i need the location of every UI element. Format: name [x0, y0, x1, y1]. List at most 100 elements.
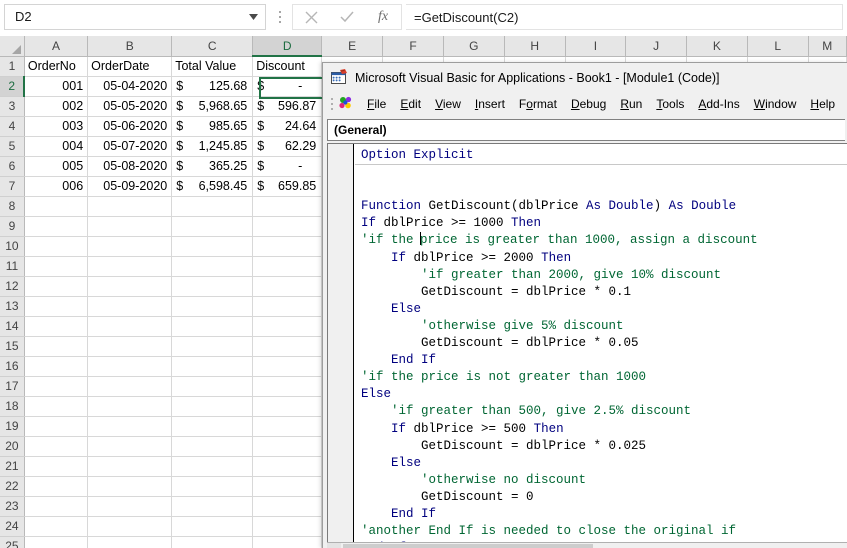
cell-B23[interactable] — [88, 496, 172, 516]
cell-B3[interactable]: 05-05-2020 — [88, 96, 172, 116]
cell-D4[interactable]: $24.64 — [253, 116, 322, 136]
column-header-d[interactable]: D — [253, 36, 322, 56]
cell-C24[interactable] — [172, 516, 253, 536]
row-header-21[interactable]: 21 — [0, 456, 24, 476]
row-header-4[interactable]: 4 — [0, 116, 24, 136]
cell-B21[interactable] — [88, 456, 172, 476]
row-header-18[interactable]: 18 — [0, 396, 24, 416]
cell-C12[interactable] — [172, 276, 253, 296]
check-icon[interactable] — [329, 5, 365, 29]
cell-A5[interactable]: 004 — [24, 136, 87, 156]
cell-C14[interactable] — [172, 316, 253, 336]
column-header-l[interactable]: L — [747, 36, 808, 56]
cell-A3[interactable]: 002 — [24, 96, 87, 116]
cell-B16[interactable] — [88, 356, 172, 376]
cell-C1[interactable]: Total Value — [172, 56, 253, 76]
row-header-15[interactable]: 15 — [0, 336, 24, 356]
cell-C4[interactable]: $985.65 — [172, 116, 253, 136]
code-pane[interactable]: Option Explicit Function GetDiscount(dbl… — [327, 143, 847, 543]
cell-D25[interactable] — [253, 536, 322, 548]
cell-A7[interactable]: 006 — [24, 176, 87, 196]
cell-D16[interactable] — [253, 356, 322, 376]
column-header-g[interactable]: G — [443, 36, 504, 56]
column-header-e[interactable]: E — [322, 36, 383, 56]
code-text[interactable]: Option Explicit Function GetDiscount(dbl… — [355, 144, 847, 543]
row-header-25[interactable]: 25 — [0, 536, 24, 548]
cell-A1[interactable]: OrderNo — [24, 56, 87, 76]
cell-A11[interactable] — [24, 256, 87, 276]
cell-B18[interactable] — [88, 396, 172, 416]
cell-D9[interactable] — [253, 216, 322, 236]
chevron-down-icon[interactable] — [245, 5, 261, 29]
vba-title-bar[interactable]: Microsoft Visual Basic for Applications … — [323, 63, 847, 93]
cell-B25[interactable] — [88, 536, 172, 548]
cell-D15[interactable] — [253, 336, 322, 356]
cell-B17[interactable] — [88, 376, 172, 396]
cell-B6[interactable]: 05-08-2020 — [88, 156, 172, 176]
cell-A15[interactable] — [24, 336, 87, 356]
vba-menu-window[interactable]: Window — [747, 95, 804, 113]
cell-A21[interactable] — [24, 456, 87, 476]
vba-menu-add-ins[interactable]: Add-Ins — [691, 95, 746, 113]
column-header-a[interactable]: A — [24, 36, 87, 56]
cell-C3[interactable]: $5,968.65 — [172, 96, 253, 116]
column-header-h[interactable]: H — [504, 36, 565, 56]
row-header-12[interactable]: 12 — [0, 276, 24, 296]
cell-B5[interactable]: 05-07-2020 — [88, 136, 172, 156]
cell-C19[interactable] — [172, 416, 253, 436]
row-header-1[interactable]: 1 — [0, 56, 24, 76]
column-header-b[interactable]: B — [88, 36, 172, 56]
object-dropdown[interactable]: (General) — [327, 119, 845, 141]
row-header-13[interactable]: 13 — [0, 296, 24, 316]
scroll-left-button[interactable] — [327, 543, 341, 548]
cell-B22[interactable] — [88, 476, 172, 496]
column-header-f[interactable]: F — [383, 36, 444, 56]
cell-C15[interactable] — [172, 336, 253, 356]
close-icon[interactable] — [293, 5, 329, 29]
cell-B4[interactable]: 05-06-2020 — [88, 116, 172, 136]
cell-C2[interactable]: $125.68 — [172, 76, 253, 96]
cell-C25[interactable] — [172, 536, 253, 548]
cell-D2[interactable]: $- — [253, 76, 322, 96]
cell-B15[interactable] — [88, 336, 172, 356]
cell-D8[interactable] — [253, 196, 322, 216]
cell-B1[interactable]: OrderDate — [88, 56, 172, 76]
cell-D5[interactable]: $62.29 — [253, 136, 322, 156]
cell-A20[interactable] — [24, 436, 87, 456]
cell-A10[interactable] — [24, 236, 87, 256]
row-header-11[interactable]: 11 — [0, 256, 24, 276]
cell-D10[interactable] — [253, 236, 322, 256]
cell-D24[interactable] — [253, 516, 322, 536]
row-header-3[interactable]: 3 — [0, 96, 24, 116]
cell-C6[interactable]: $365.25 — [172, 156, 253, 176]
cell-B13[interactable] — [88, 296, 172, 316]
cell-A13[interactable] — [24, 296, 87, 316]
row-header-16[interactable]: 16 — [0, 356, 24, 376]
vba-menu-insert[interactable]: Insert — [468, 95, 512, 113]
cell-B24[interactable] — [88, 516, 172, 536]
cell-A24[interactable] — [24, 516, 87, 536]
cell-A4[interactable]: 003 — [24, 116, 87, 136]
cell-A2[interactable]: 001 — [24, 76, 87, 96]
cell-A12[interactable] — [24, 276, 87, 296]
row-header-9[interactable]: 9 — [0, 216, 24, 236]
column-header-c[interactable]: C — [172, 36, 253, 56]
code-horizontal-scrollbar[interactable] — [327, 542, 847, 548]
vba-menu-debug[interactable]: Debug — [564, 95, 613, 113]
cell-C10[interactable] — [172, 236, 253, 256]
row-header-2[interactable]: 2 — [0, 76, 24, 96]
cell-D6[interactable]: $- — [253, 156, 322, 176]
cell-B8[interactable] — [88, 196, 172, 216]
row-header-6[interactable]: 6 — [0, 156, 24, 176]
cell-A19[interactable] — [24, 416, 87, 436]
row-header-23[interactable]: 23 — [0, 496, 24, 516]
column-header-m[interactable]: M — [808, 36, 846, 56]
cell-A6[interactable]: 005 — [24, 156, 87, 176]
cell-C21[interactable] — [172, 456, 253, 476]
cell-D19[interactable] — [253, 416, 322, 436]
cell-C13[interactable] — [172, 296, 253, 316]
vba-menu-help[interactable]: Help — [803, 95, 842, 113]
menu-grip[interactable] — [327, 95, 336, 113]
scrollbar-thumb[interactable] — [343, 544, 593, 548]
vba-menu-file[interactable]: File — [360, 95, 393, 113]
